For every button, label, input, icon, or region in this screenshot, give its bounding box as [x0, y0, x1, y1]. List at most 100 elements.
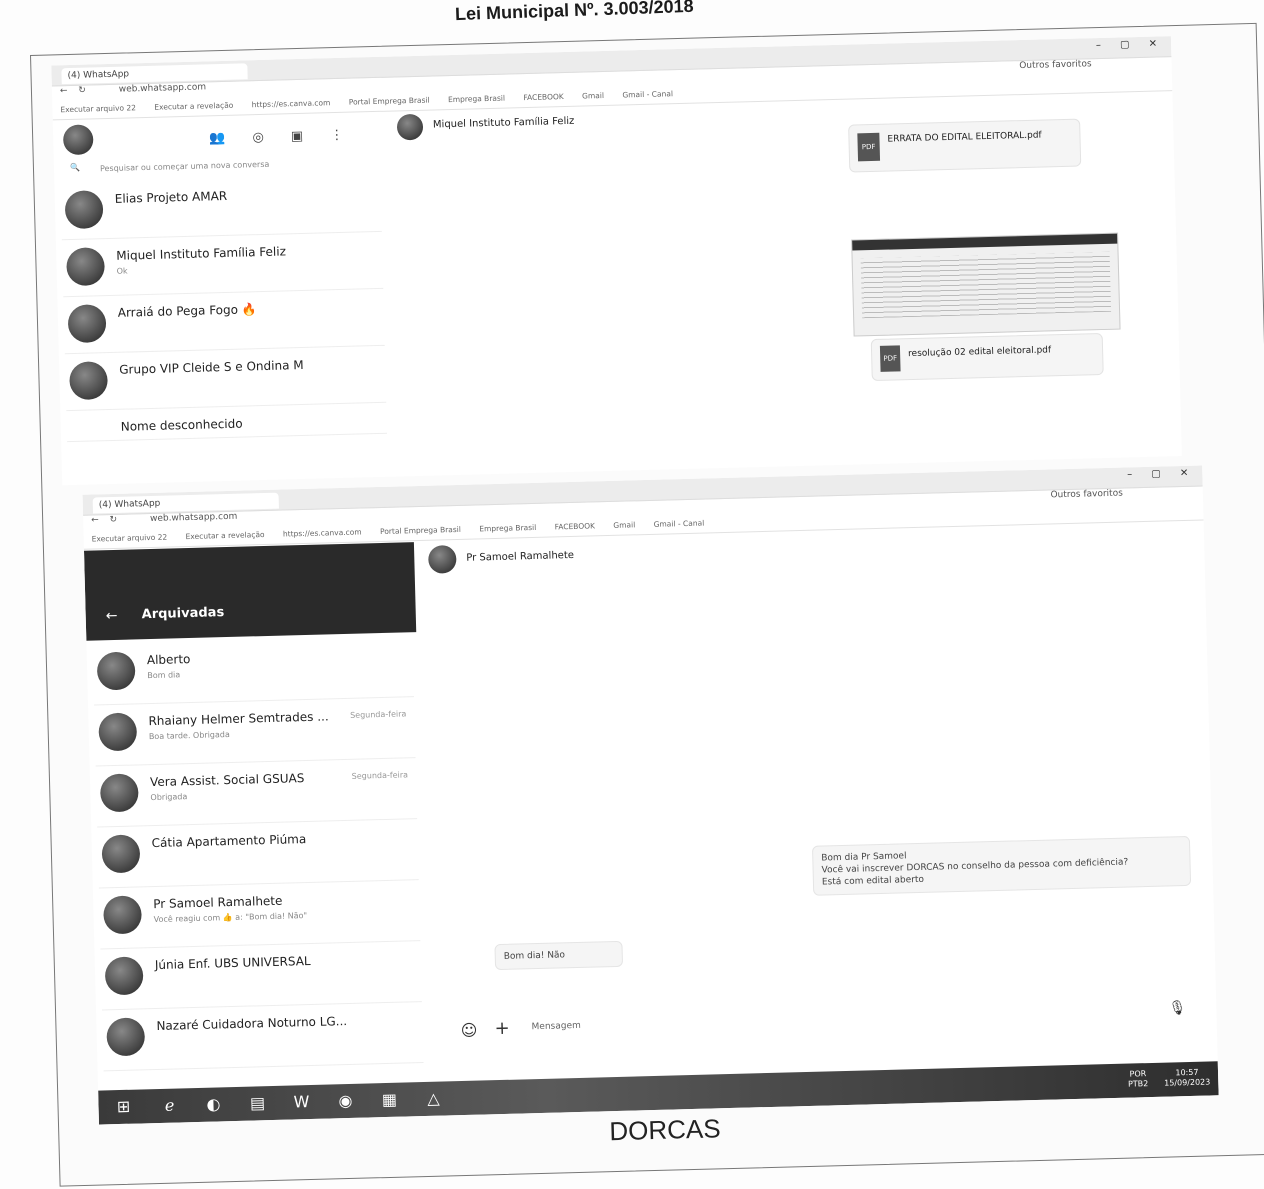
- attachment-pdf[interactable]: PDF ERRATA DO EDITAL ELEITORAL.pdf: [848, 118, 1082, 173]
- chrome-icon[interactable]: ◉: [334, 1090, 357, 1113]
- bookmark[interactable]: Executar arquivo 22: [60, 103, 136, 114]
- document-preview[interactable]: [851, 232, 1121, 337]
- list-item[interactable]: Rhaiany Helmer Semtrades ... Boa tarde. O…: [94, 697, 416, 767]
- tab-title: (4) WhatsApp: [67, 69, 130, 82]
- avatar: [67, 304, 107, 344]
- bookmark[interactable]: Portal Emprega Brasil: [349, 96, 430, 107]
- window-controls[interactable]: – ▢ ✕: [1127, 468, 1196, 481]
- other-favorites[interactable]: Outros favoritos: [1019, 59, 1092, 71]
- bookmark[interactable]: https://es.canva.com: [283, 527, 362, 538]
- back-arrow-icon[interactable]: ←: [106, 608, 118, 624]
- avatar[interactable]: [427, 545, 457, 574]
- list-item[interactable]: Alberto Bom dia: [92, 636, 414, 706]
- chat-sidebar: Alberto Bom dia Rhaiany Helmer Semtrades …: [92, 636, 424, 1072]
- chat-preview: Você reagiu com 👍 a: "Bom dia! Não": [153, 911, 308, 925]
- emoji-icon[interactable]: ☺: [460, 1021, 477, 1040]
- list-item[interactable]: Júnia Enf. UBS UNIVERSAL: [100, 941, 422, 1011]
- back-icon[interactable]: ←: [60, 86, 68, 96]
- chat-name: Miquel Instituto Família Feliz: [116, 244, 287, 263]
- new-chat-icon[interactable]: ▣: [291, 129, 304, 144]
- bookmark[interactable]: Portal Emprega Brasil: [380, 525, 461, 536]
- list-item[interactable]: Arraiá do Pega Fogo 🔥: [63, 288, 385, 355]
- search-input[interactable]: Pesquisar ou começar uma nova conversa: [100, 160, 270, 173]
- start-icon[interactable]: ⊞: [112, 1096, 135, 1119]
- bookmark[interactable]: Gmail - Canal: [654, 519, 705, 529]
- chat-name: Elias Projeto AMAR: [114, 188, 228, 206]
- list-item[interactable]: Pr Samoel Ramalhete Você reagiu com 👍 a: …: [98, 880, 421, 950]
- bookmark[interactable]: Gmail - Canal: [622, 89, 673, 99]
- avatar[interactable]: [62, 124, 94, 156]
- outgoing-message[interactable]: Bom dia Pr Samoel Você vai inscrever DOR…: [811, 835, 1192, 896]
- bookmark[interactable]: FACEBOOK: [555, 521, 596, 531]
- chat-title: Pr Samoel Ramalhete: [466, 549, 575, 564]
- bookmark[interactable]: Executar arquivo 22: [92, 533, 168, 544]
- menu-icon[interactable]: ⋮: [330, 128, 343, 143]
- bookmark[interactable]: Gmail: [613, 520, 635, 530]
- bookmark[interactable]: FACEBOOK: [523, 92, 564, 102]
- chat-name: Cátia Apartamento Piúma: [151, 832, 307, 851]
- bookmark[interactable]: https://es.canva.com: [252, 98, 331, 109]
- avatar[interactable]: [396, 113, 424, 141]
- status-icon[interactable]: ◎: [252, 130, 264, 145]
- avatar: [101, 834, 141, 874]
- list-item[interactable]: Grupo VIP Cleide S e Ondina M: [64, 345, 387, 412]
- url-text[interactable]: web.whatsapp.com: [119, 82, 207, 94]
- top-screenshot: (4) WhatsApp – ▢ ✕ ← ↻ web.whatsapp.com …: [51, 36, 1182, 486]
- bookmark[interactable]: Executar a revelação: [185, 530, 264, 541]
- plus-icon[interactable]: +: [494, 1018, 510, 1039]
- chat-preview: Boa tarde. Obrigada: [148, 730, 230, 742]
- back-icon[interactable]: ←: [91, 515, 99, 525]
- list-item[interactable]: Vera Assist. Social GSUAS Obrigada Segunda…: [95, 758, 418, 828]
- keyboard-layout: PTB2: [1127, 1079, 1149, 1089]
- language-code: POR: [1129, 1069, 1147, 1079]
- url-text[interactable]: web.whatsapp.com: [150, 512, 238, 524]
- chat-name: Rhaiany Helmer Semtrades ...: [148, 709, 329, 729]
- message-input[interactable]: Mensagem: [531, 1021, 580, 1032]
- other-favorites[interactable]: Outros favoritos: [1050, 489, 1123, 501]
- avatar: [99, 773, 139, 813]
- chat-date: Segunda-feira: [351, 770, 409, 781]
- list-item[interactable]: Cátia Apartamento Piúma: [97, 819, 419, 889]
- edge-icon[interactable]: ℯ: [158, 1094, 181, 1117]
- triangle-app-icon[interactable]: △: [422, 1088, 445, 1111]
- chat-name: Nazaré Cuidadora Noturno LG...: [156, 1014, 348, 1034]
- app-icon[interactable]: ▦: [378, 1089, 401, 1112]
- avatar: [98, 712, 138, 752]
- refresh-icon[interactable]: ↻: [78, 86, 86, 96]
- preview-header-bar: [852, 233, 1118, 251]
- chat-name: Pr Samoel Ramalhete: [153, 893, 283, 912]
- firefox-icon[interactable]: ◐: [202, 1093, 225, 1116]
- attachment-name: ERRATA DO EDITAL ELEITORAL.pdf: [887, 130, 1042, 145]
- incoming-message[interactable]: Bom dia! Não: [494, 940, 624, 971]
- refresh-icon[interactable]: ↻: [109, 515, 117, 525]
- bookmark[interactable]: Gmail: [582, 91, 604, 101]
- language-indicator[interactable]: POR PTB2: [1128, 1069, 1149, 1090]
- avatar: [69, 361, 109, 401]
- pdf-icon: PDF: [857, 132, 881, 162]
- word-icon[interactable]: W: [290, 1091, 313, 1114]
- avatar: [104, 956, 144, 996]
- avatar: [66, 247, 106, 287]
- bookmark[interactable]: Executar a revelação: [154, 101, 233, 112]
- page-title: Arquivadas: [141, 605, 225, 623]
- bookmark[interactable]: Emprega Brasil: [479, 523, 536, 533]
- chat-name: Vera Assist. Social GSUAS: [149, 771, 305, 790]
- chat-preview: Bom dia: [147, 670, 181, 681]
- chat-preview: Ok: [116, 266, 128, 276]
- chat-name: Arraiá do Pega Fogo 🔥: [117, 302, 257, 320]
- microphone-icon[interactable]: 🎙: [1168, 1000, 1186, 1016]
- window-controls[interactable]: – ▢ ✕: [1096, 38, 1165, 51]
- avatar: [106, 1017, 146, 1057]
- attachment-pdf[interactable]: PDF resolução 02 edital eleitoral.pdf: [870, 333, 1104, 382]
- list-item[interactable]: Nazaré Cuidadora Noturno LG...: [102, 1002, 424, 1072]
- community-icon[interactable]: 👥: [209, 131, 226, 146]
- composer: ☺ + Mensagem 🎙: [436, 996, 1197, 1048]
- list-item[interactable]: Elias Projeto AMAR: [60, 174, 382, 241]
- chat-name: Grupo VIP Cleide S e Ondina M: [119, 357, 304, 377]
- list-item[interactable]: Miquel Instituto Família Feliz Ok: [61, 231, 384, 298]
- document-header: Lei Municipal Nº. 3.003/2018: [454, 0, 694, 25]
- clock[interactable]: 10:57 15/09/2023: [1164, 1067, 1211, 1088]
- folder-icon[interactable]: ▤: [246, 1092, 269, 1115]
- chat-date: Segunda-feira: [350, 709, 407, 720]
- bookmark[interactable]: Emprega Brasil: [448, 94, 505, 104]
